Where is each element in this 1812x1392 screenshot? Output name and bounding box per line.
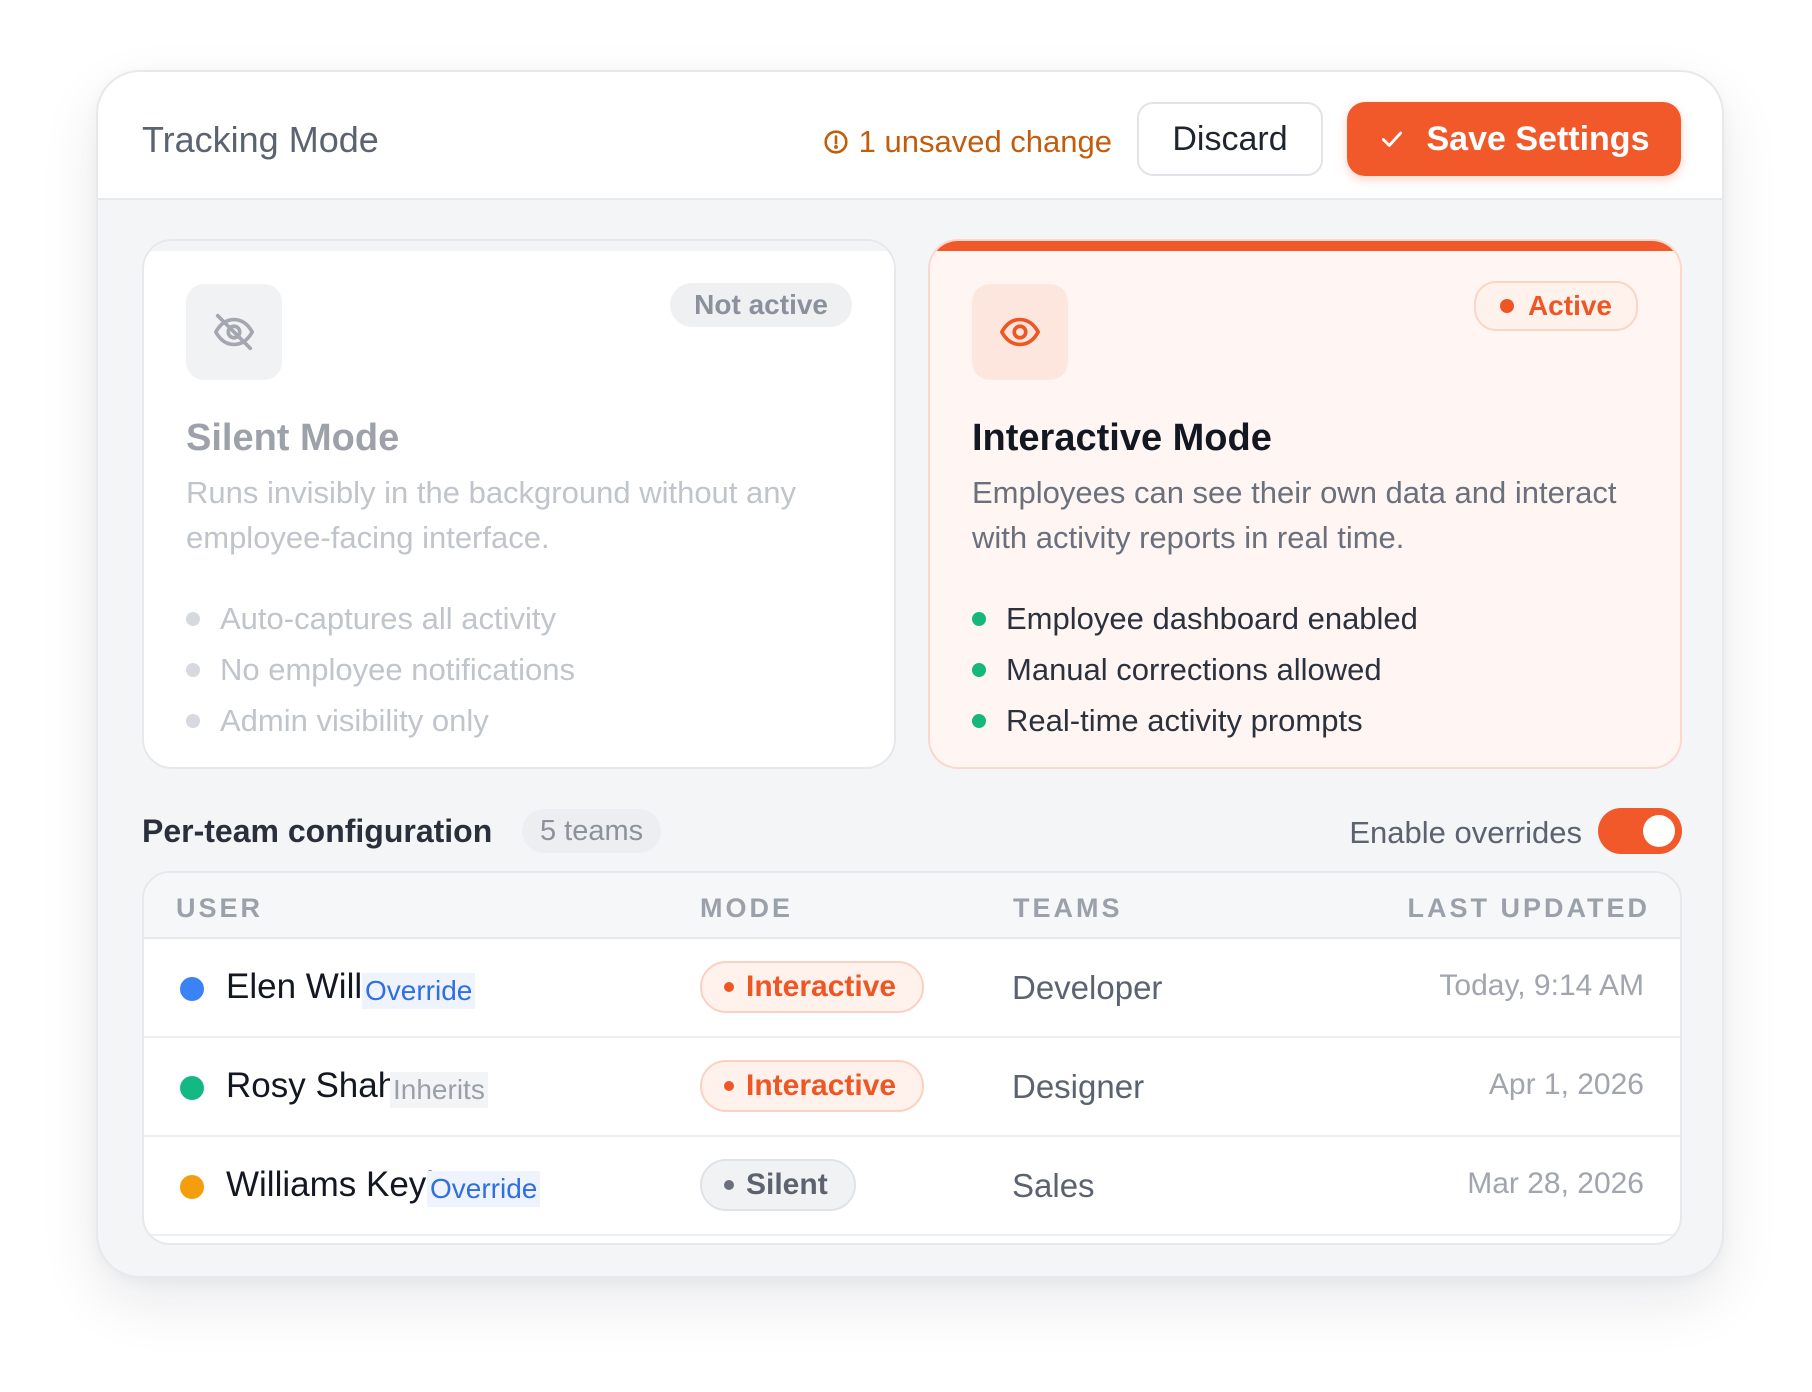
- last-updated: Apr 1, 2026: [1488, 1068, 1644, 1101]
- bullet-dot: [186, 713, 200, 728]
- team-config-title: Per-team configuration: [142, 813, 493, 849]
- enable-overrides-toggle[interactable]: [1598, 808, 1682, 854]
- eye-off-icon: [213, 313, 255, 351]
- mode-select[interactable]: Interactive: [700, 1060, 925, 1112]
- active-dot: [1499, 299, 1514, 313]
- feature-label: Employee dashboard enabled: [1006, 600, 1418, 636]
- tracking-mode-panel: Tracking Mode 1 unsaved change Discard S…: [96, 70, 1724, 1278]
- table-row[interactable]: Elen Will Override Interactive Developer…: [144, 939, 1680, 1038]
- feature-item: Auto-captures all activity: [186, 593, 575, 644]
- team-name: Designer: [1012, 1068, 1145, 1105]
- mode-dot: [724, 1180, 734, 1190]
- mode-select[interactable]: Interactive: [700, 961, 925, 1013]
- silent-feature-list: Auto-captures all activity No employee n…: [186, 593, 575, 746]
- save-settings-label: Save Settings: [1426, 119, 1650, 158]
- interactive-mode-title: Interactive Mode: [972, 417, 1272, 459]
- team-table: USER MODE TEAMS LAST UPDATED Elen Will O…: [142, 871, 1682, 1245]
- feature-label: No employee notifications: [220, 651, 575, 687]
- user-status-dot: [180, 977, 204, 1001]
- team-name: Developer: [1012, 969, 1163, 1006]
- last-updated: Mar 28, 2026: [1467, 1167, 1644, 1200]
- feature-item: Manual corrections allowed: [972, 644, 1418, 695]
- silent-mode-card[interactable]: Not active Silent Mode Runs invisibly in…: [142, 239, 896, 769]
- column-header-teams: TEAMS: [1013, 893, 1123, 923]
- user-status-dot: [180, 1076, 204, 1100]
- feature-label: Auto-captures all activity: [220, 600, 556, 636]
- feature-label: Admin visibility only: [220, 702, 489, 738]
- feature-item: Employee dashboard enabled: [972, 593, 1418, 644]
- interactive-mode-description: Employees can see their own data and int…: [972, 475, 1617, 555]
- alert-circle-icon: [824, 130, 848, 154]
- bullet-dot: [972, 713, 986, 728]
- last-updated: Today, 9:14 AM: [1439, 969, 1644, 1002]
- column-header-user: USER: [176, 893, 264, 923]
- card-top-bar: [930, 241, 1680, 251]
- save-settings-button[interactable]: Save Settings: [1347, 102, 1681, 176]
- check-icon: [1381, 131, 1402, 147]
- override-tag[interactable]: Override: [362, 973, 476, 1009]
- mode-dot: [724, 1081, 734, 1091]
- user-name: Rosy Shah: [226, 1066, 398, 1105]
- team-config-row: Per-team configuration 5 teams Enable ov…: [142, 805, 1682, 861]
- unsaved-indicator: 1 unsaved change: [823, 124, 1112, 160]
- mode-label: Interactive: [746, 1069, 897, 1102]
- table-row[interactable]: Williams Keyl Override Silent Sales Mar …: [144, 1137, 1680, 1236]
- user-name: Elen Will: [226, 967, 363, 1006]
- feature-item: No employee notifications: [186, 644, 575, 695]
- feature-label: Manual corrections allowed: [1006, 651, 1382, 687]
- status-label: Active: [1527, 290, 1612, 321]
- toggle-knob: [1643, 815, 1675, 847]
- user-name: Williams Keyl: [226, 1165, 435, 1204]
- interactive-feature-list: Employee dashboard enabled Manual correc…: [972, 593, 1418, 746]
- table-row[interactable]: Rosy Shah Inherits Interactive Designer …: [144, 1038, 1680, 1137]
- mode-select[interactable]: Silent: [700, 1159, 856, 1211]
- mode-label: Interactive: [746, 970, 897, 1003]
- panel-header: Tracking Mode 1 unsaved change Discard S…: [98, 72, 1722, 200]
- overrides-label: Enable overrides: [1349, 815, 1582, 850]
- bullet-dot: [186, 662, 200, 677]
- override-tag[interactable]: Override: [427, 1171, 541, 1207]
- user-status-dot: [180, 1175, 204, 1199]
- card-top-bar: [144, 241, 894, 251]
- silent-mode-title: Silent Mode: [186, 417, 400, 459]
- bullet-dot: [972, 662, 986, 677]
- feature-item: Real-time activity prompts: [972, 695, 1418, 746]
- team-count-badge: 5 teams: [522, 809, 662, 853]
- team-name: Sales: [1012, 1167, 1095, 1204]
- silent-icon-box: [186, 284, 282, 380]
- silent-mode-description: Runs invisibly in the background without…: [186, 475, 797, 555]
- table-header: USER MODE TEAMS LAST UPDATED: [144, 873, 1680, 939]
- mode-dot: [724, 982, 734, 992]
- status-badge: Not active: [670, 283, 852, 327]
- inherits-tag[interactable]: Inherits: [390, 1072, 488, 1108]
- eye-icon: [999, 317, 1041, 347]
- feature-label: Real-time activity prompts: [1006, 702, 1363, 738]
- mode-label: Silent: [746, 1168, 828, 1201]
- page-title: Tracking Mode: [142, 119, 379, 160]
- bullet-dot: [186, 611, 200, 626]
- interactive-mode-card[interactable]: Active Interactive Mode Employees can se…: [928, 239, 1682, 769]
- discard-button[interactable]: Discard: [1137, 102, 1323, 176]
- status-badge: Active: [1473, 281, 1638, 331]
- column-header-last-updated: LAST UPDATED: [1407, 893, 1650, 923]
- feature-item: Admin visibility only: [186, 695, 575, 746]
- column-header-mode: MODE: [700, 893, 793, 923]
- interactive-icon-box: [972, 284, 1068, 380]
- bullet-dot: [972, 611, 986, 626]
- unsaved-text: 1 unsaved change: [858, 124, 1112, 159]
